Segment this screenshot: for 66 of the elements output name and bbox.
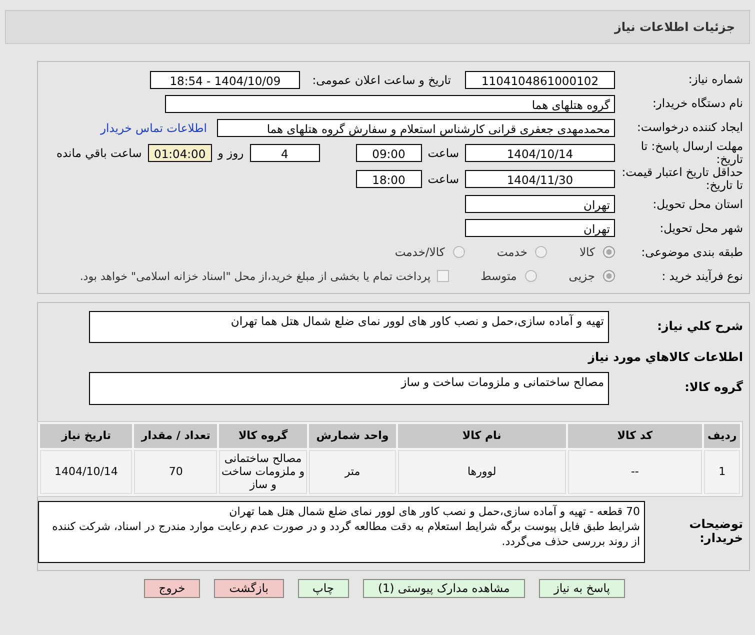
radio-button[interactable] xyxy=(603,246,615,258)
announce-date-field: 1404/10/09 - 18:54 xyxy=(150,70,300,88)
notes-field: 70 قطعه - تهیه و آماده سازی،حمل و نصب کاور های لوور نمای ضلع شمال هتل هما تهران شرایط طبق فایل پیوست برگه شرایط استعلام به دقت مطالعه گردد و در صورت عدم رعایت موارد مندرج در اسناد، شرکت کننده از روند بررسی حذف می‌گردد. xyxy=(38,500,645,563)
description-field: تهیه و آماده سازی،حمل و نصب کاور های لوور نمای ضلع شمال هتل هما تهران xyxy=(89,310,609,343)
days-field: 4 xyxy=(250,144,320,162)
contact-link[interactable]: اطلاعات تماس خریدار xyxy=(100,120,207,134)
need-number-field: 1104104861000102 xyxy=(465,70,615,88)
action-button[interactable]: مشاهده مدارک پیوستی (1) xyxy=(362,578,525,598)
field-label: طبقه بندی موضوعی: xyxy=(640,246,744,258)
date-field: 1404/10/14 xyxy=(465,144,615,162)
creator-field: محمدمهدی جعفری قرانی کارشناس استعلام و سفارش گروه هتلهای هما xyxy=(217,118,615,136)
radio-button[interactable] xyxy=(535,246,548,258)
radio-label: کالا/خدمت xyxy=(394,245,445,260)
field-label: شرح کلي نياز: xyxy=(656,320,744,334)
table-cell: 1 xyxy=(704,450,740,494)
field-label: گروه کالا: xyxy=(684,381,744,395)
column-header: تعداد / مقدار xyxy=(134,424,218,448)
field-label: استان محل تحویل: xyxy=(652,198,744,210)
radio-label: جزیی xyxy=(568,269,595,284)
column-header: گروه کالا xyxy=(219,424,307,448)
page-title: جزئیات اطلاعات نیاز xyxy=(614,20,735,34)
action-button[interactable]: پاسخ به نیاز xyxy=(538,578,625,598)
action-button[interactable]: بازگشت xyxy=(214,578,284,598)
time-label: ساعت xyxy=(428,146,459,160)
table-cell: 1404/10/14 xyxy=(40,450,132,494)
city-field: تهران xyxy=(465,219,615,238)
radio-label: خدمت xyxy=(496,245,528,260)
column-header: تاریخ نیاز xyxy=(40,424,132,448)
field-label: حداقل تاریخ اعتبار قیمت: تا تاریخ: xyxy=(621,166,744,192)
buyer-field: گروه هتلهای هما xyxy=(165,94,615,112)
field-label: توضیحات خریدار: xyxy=(688,518,744,545)
table-cell: مصالح ساختمانی و ملزومات ساخت و ساز xyxy=(219,450,307,494)
time-field: 18:00 xyxy=(356,170,422,188)
radio-label: کالا xyxy=(579,245,595,260)
column-header: واحد شمارش xyxy=(308,424,396,448)
checkbox[interactable] xyxy=(436,270,449,282)
time-field: 09:00 xyxy=(356,144,422,162)
goods-group-field: مصالح ساختمانی و ملزومات ساخت و ساز xyxy=(89,372,609,405)
column-header: کد کالا xyxy=(568,424,702,448)
table-cell: 70 xyxy=(134,450,218,494)
province-field: تهران xyxy=(465,195,615,214)
table-cell: -- xyxy=(568,450,702,494)
field-label: شماره نیاز: xyxy=(687,73,744,86)
remaining-time-field: 01:04:00 xyxy=(148,144,212,162)
checkbox-label: پرداخت تمام یا بخشی از مبلغ خرید،از محل "اسناد خزانه اسلامی" خواهد بود. xyxy=(80,270,431,283)
section-heading: اطلاعات کالاهاي مورد نياز xyxy=(586,348,744,366)
field-label: تاریخ و ساعت اعلان عمومی: xyxy=(312,72,451,86)
table-cell: متر xyxy=(308,450,396,494)
radio-button[interactable] xyxy=(524,270,537,282)
action-button[interactable]: چاپ xyxy=(298,578,349,598)
field-label: شهر محل تحویل: xyxy=(658,222,744,234)
days-label: روز و xyxy=(218,146,244,160)
table-cell: لوورها xyxy=(398,450,566,494)
remaining-label: ساعت باقي مانده xyxy=(56,146,142,160)
date-field: 1404/11/30 xyxy=(465,170,615,188)
column-header: ردیف xyxy=(704,424,740,448)
field-label: نوع فرآیند خرید : xyxy=(660,270,744,282)
field-label: ایجاد کننده درخواست: xyxy=(636,121,744,134)
field-label: مهلت ارسال پاسخ: تا تاریخ: xyxy=(640,140,744,166)
radio-label: متوسط xyxy=(480,269,517,284)
radio-button[interactable] xyxy=(603,270,615,282)
field-label: نام دستگاه خریدار: xyxy=(651,97,744,110)
radio-button[interactable] xyxy=(452,246,465,258)
time-label: ساعت xyxy=(428,172,459,186)
action-button[interactable]: خروج xyxy=(144,578,200,598)
column-header: نام کالا xyxy=(398,424,566,448)
